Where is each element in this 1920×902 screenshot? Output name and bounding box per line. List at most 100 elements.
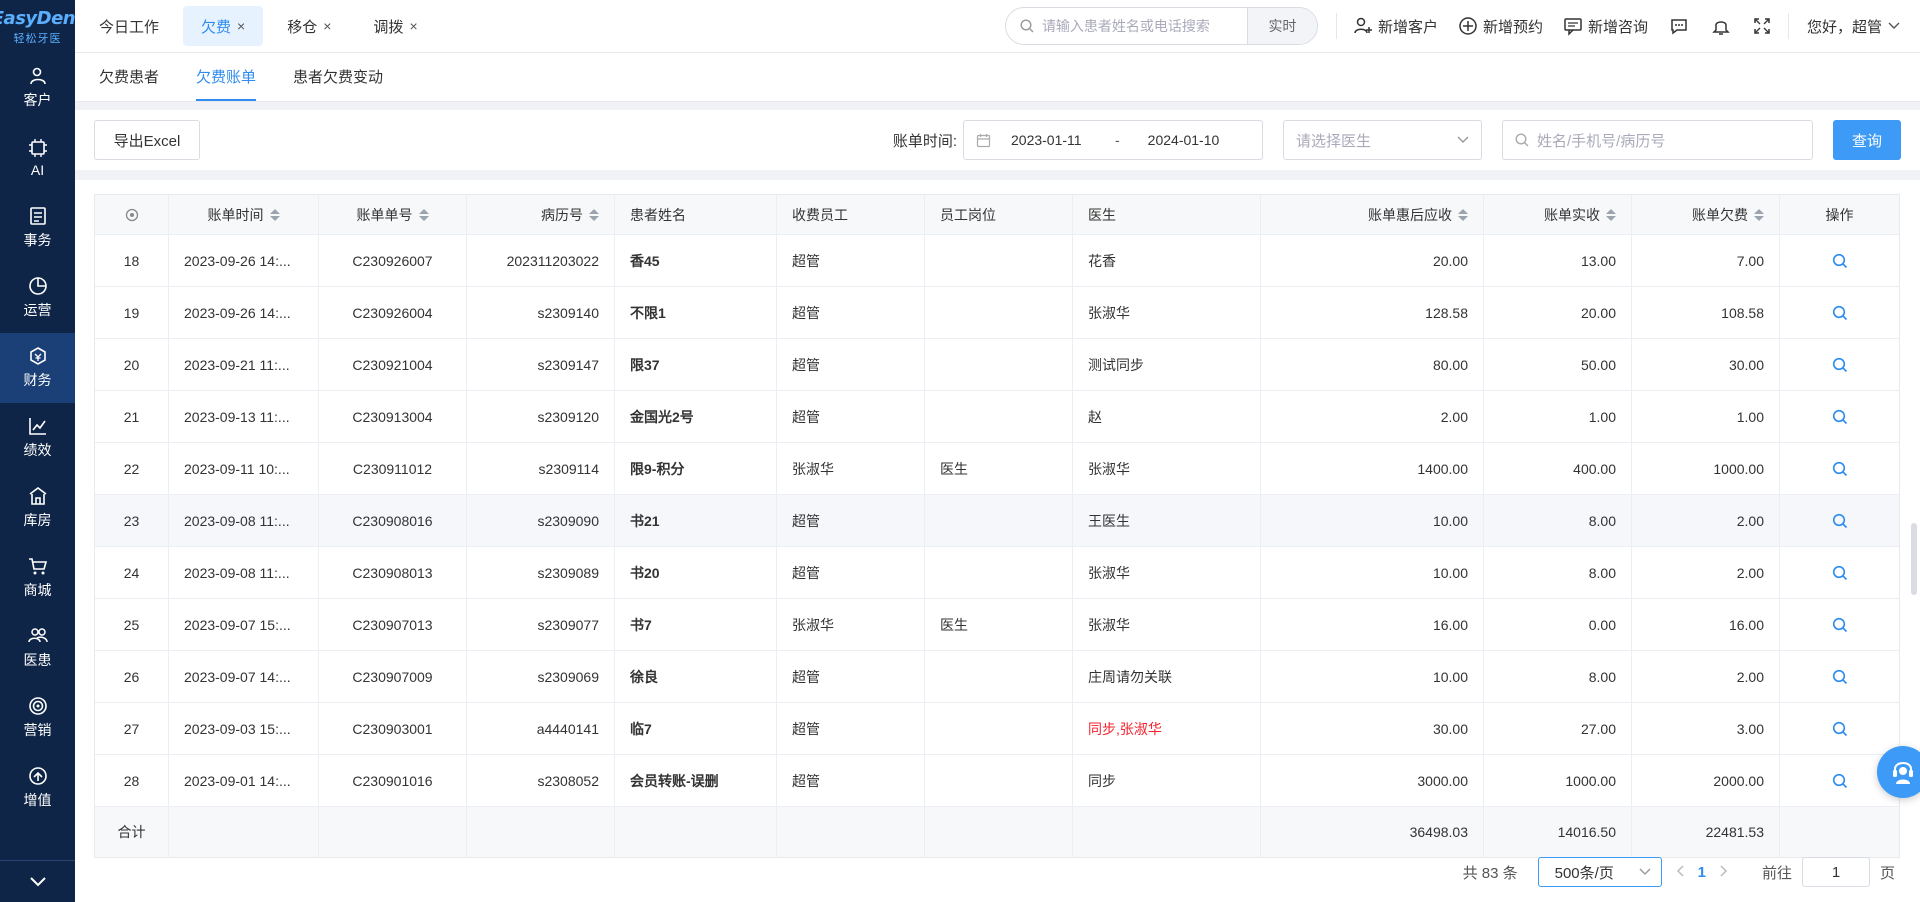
table-row[interactable]: 24 2023-09-08 11:... C230908013 s2309089 书20… <box>95 547 1899 599</box>
page-size-select[interactable]: 500条/页 <box>1537 857 1662 887</box>
sidebar-item-7[interactable]: 商城 <box>0 543 75 613</box>
search-icon <box>1832 773 1847 788</box>
sort-icon[interactable] <box>1606 208 1616 221</box>
cell-owe: 2.00 <box>1632 495 1780 546</box>
pagination: 共 83 条 500条/页 1 前往 1 页 <box>1463 852 1900 892</box>
cell-actions <box>1780 599 1899 650</box>
table-row[interactable]: 22 2023-09-11 10:... C230911012 s2309114 限9-… <box>95 443 1899 495</box>
patient-search-input[interactable]: 请输入患者姓名或电话搜索 <box>1006 8 1247 44</box>
customer-service-button[interactable] <box>1877 746 1920 798</box>
view-detail-button[interactable] <box>1832 721 1848 737</box>
table-row[interactable]: 23 2023-09-08 11:... C230908016 s2309090 书21… <box>95 495 1899 547</box>
keyword-search-input[interactable]: 姓名/手机号/病历号 <box>1502 120 1813 160</box>
sidebar-item-9[interactable]: 营销 <box>0 683 75 753</box>
goto-page-input[interactable]: 1 <box>1801 857 1870 887</box>
table-row[interactable]: 19 2023-09-26 14:... C230926004 s2309140 不限1… <box>95 287 1899 339</box>
tab-2[interactable]: 移仓 × <box>269 6 349 46</box>
view-detail-button[interactable] <box>1832 253 1848 269</box>
cell-owe: 108.58 <box>1632 287 1780 338</box>
table-scrollbar[interactable] <box>1911 523 1917 595</box>
view-detail-button[interactable] <box>1832 305 1848 321</box>
table-row[interactable]: 25 2023-09-07 15:... C230907013 s2309077 书7 张… <box>95 599 1899 651</box>
tab-3[interactable]: 调拨 × <box>355 6 435 46</box>
cell-bill-no: C230926007 <box>319 235 467 286</box>
cell-bill-time: 2023-09-03 15:... <box>169 703 319 754</box>
next-page-button[interactable] <box>1720 864 1728 881</box>
table-row[interactable]: 21 2023-09-13 11:... C230913004 s2309120 金国光… <box>95 391 1899 443</box>
close-icon[interactable]: × <box>409 18 417 34</box>
prev-page-button[interactable] <box>1676 864 1684 881</box>
cell-bill-time: 2023-09-11 10:... <box>169 443 319 494</box>
header-bill-time[interactable]: 账单时间 <box>169 195 319 234</box>
add-customer-label: 新增客户 <box>1377 18 1438 36</box>
column-settings-button[interactable] <box>95 195 169 234</box>
view-detail-button[interactable] <box>1832 357 1848 373</box>
notification-button[interactable] <box>1711 16 1731 36</box>
sidebar-item-4[interactable]: 财务 <box>0 333 75 403</box>
cell-doctor: 张淑华 <box>1073 443 1261 494</box>
cell-owe: 7.00 <box>1632 235 1780 286</box>
header-paid[interactable]: 账单实收 <box>1484 195 1632 234</box>
sidebar-item-label: 营销 <box>23 722 52 738</box>
customer-icon <box>29 67 46 85</box>
cell-patient-name: 会员转账-误删 <box>615 755 777 806</box>
sidebar-item-2[interactable]: 事务 <box>0 193 75 263</box>
add-consult-button[interactable]: 新增咨询 <box>1563 16 1648 37</box>
header-owe[interactable]: 账单欠费 <box>1632 195 1780 234</box>
sort-icon[interactable] <box>589 208 599 221</box>
fullscreen-button[interactable] <box>1753 17 1771 35</box>
view-detail-button[interactable] <box>1832 461 1848 477</box>
page-number[interactable]: 1 <box>1698 864 1706 881</box>
header-bill-no[interactable]: 账单单号 <box>319 195 467 234</box>
doctor-select[interactable]: 请选择医生 <box>1283 120 1482 160</box>
cell-actions <box>1780 339 1899 390</box>
date-range-picker[interactable]: 2023-01-11 - 2024-01-10 <box>963 120 1263 160</box>
export-excel-button[interactable]: 导出Excel <box>94 120 200 160</box>
cell-cashier: 超管 <box>777 703 925 754</box>
subtab-0[interactable]: 欠费患者 <box>99 52 159 101</box>
add-appointment-button[interactable]: 新增预约 <box>1458 16 1543 37</box>
header-record-no[interactable]: 病历号 <box>467 195 615 234</box>
view-detail-button[interactable] <box>1832 513 1848 529</box>
sidebar-item-5[interactable]: 绩效 <box>0 403 75 473</box>
table-row[interactable]: 27 2023-09-03 15:... C230903001 a4440141 临7 超… <box>95 703 1899 755</box>
sidebar-item-label: AI <box>30 162 45 178</box>
sidebar-item-6[interactable]: 库房 <box>0 473 75 543</box>
view-detail-button[interactable] <box>1832 565 1848 581</box>
header-due[interactable]: 账单惠后应收 <box>1261 195 1484 234</box>
subtab-1[interactable]: 欠费账单 <box>196 52 257 101</box>
table-row[interactable]: 20 2023-09-21 11:... C230921004 s2309147 限37… <box>95 339 1899 391</box>
sidebar-collapse-button[interactable] <box>0 860 75 902</box>
cell-record-no: s2309089 <box>467 547 615 598</box>
view-detail-button[interactable] <box>1832 617 1848 633</box>
table-row[interactable]: 18 2023-09-26 14:... C230926007 20231120302… <box>95 235 1899 287</box>
sidebar-item-8[interactable]: 医患 <box>0 613 75 683</box>
add-customer-button[interactable]: 新增客户 <box>1353 16 1438 37</box>
sidebar-item-0[interactable]: 客户 <box>0 53 75 123</box>
view-detail-button[interactable] <box>1832 409 1848 425</box>
close-icon[interactable]: × <box>237 18 245 34</box>
close-icon[interactable]: × <box>323 18 331 34</box>
sort-icon[interactable] <box>418 208 429 221</box>
sort-icon[interactable] <box>1754 208 1764 221</box>
cell-owe: 16.00 <box>1632 599 1780 650</box>
user-menu[interactable]: 您好，超管 <box>1807 16 1900 37</box>
date-end[interactable]: 2024-01-10 <box>1148 132 1220 148</box>
view-detail-button[interactable] <box>1832 669 1848 685</box>
sidebar-item-3[interactable]: 运营 <box>0 263 75 333</box>
table-row[interactable]: 28 2023-09-01 14:... C230901016 s2308052 会员转… <box>95 755 1899 807</box>
query-button[interactable]: 查询 <box>1833 120 1901 160</box>
tab-0[interactable]: 今日工作 <box>81 6 177 46</box>
sidebar-item-1[interactable]: AI <box>0 123 75 193</box>
view-detail-button[interactable] <box>1832 773 1848 789</box>
message-button[interactable] <box>1669 16 1689 36</box>
table-row[interactable]: 26 2023-09-07 14:... C230907009 s2309069 徐良超… <box>95 651 1899 703</box>
realtime-search-button[interactable]: 实时 <box>1246 8 1317 44</box>
subtab-2[interactable]: 患者欠费变动 <box>293 52 383 101</box>
header-paid-label: 账单实收 <box>1544 206 1600 223</box>
sidebar-item-10[interactable]: 增值 <box>0 753 75 823</box>
date-start[interactable]: 2023-01-11 <box>1011 132 1101 148</box>
sort-icon[interactable] <box>269 208 280 221</box>
tab-1[interactable]: 欠费 × <box>183 6 264 46</box>
sort-icon[interactable] <box>1458 208 1468 221</box>
